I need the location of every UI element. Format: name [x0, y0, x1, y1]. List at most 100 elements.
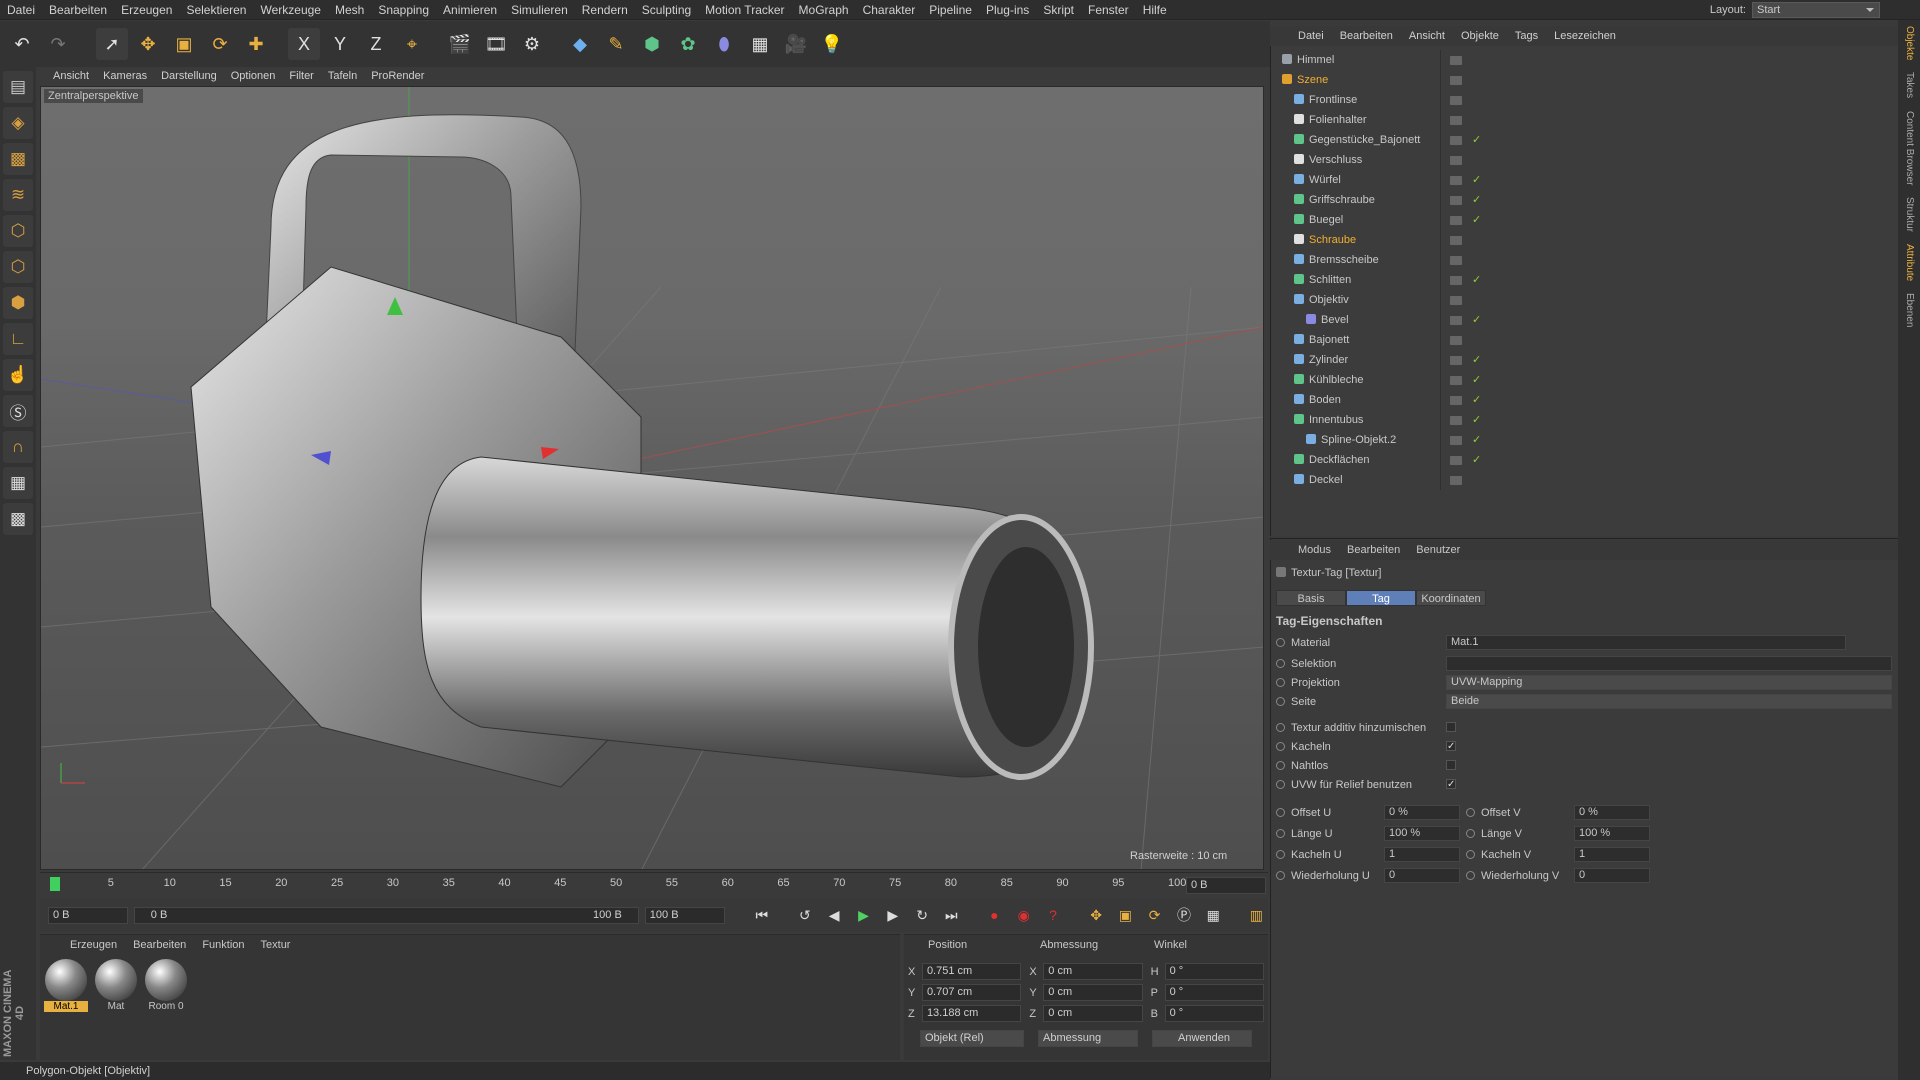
- viewport[interactable]: [40, 86, 1264, 870]
- coord-field[interactable]: 0 °: [1164, 963, 1264, 980]
- object-row[interactable]: Szene: [1272, 70, 1894, 90]
- viewport-menu-item[interactable]: ProRender: [364, 70, 431, 82]
- material-field[interactable]: Mat.1: [1446, 635, 1846, 650]
- attr-menu-item[interactable]: Bearbeiten: [1339, 544, 1408, 556]
- snap-icon[interactable]: Ⓢ: [3, 395, 33, 427]
- model-mode-icon[interactable]: ◈: [3, 107, 33, 139]
- enabled-check-icon[interactable]: ✓: [1472, 130, 1481, 150]
- attr-menu-item[interactable]: Benutzer: [1408, 544, 1468, 556]
- max-frame-field[interactable]: 100 B: [644, 906, 725, 924]
- prev-frame-icon[interactable]: ◀: [823, 903, 846, 927]
- menu-item[interactable]: Snapping: [371, 0, 436, 20]
- seite-dropdown[interactable]: Beide: [1446, 694, 1892, 709]
- undo-icon[interactable]: ↶: [6, 28, 38, 60]
- tweak-icon[interactable]: ☝: [3, 359, 33, 391]
- material-menu-item[interactable]: Textur: [253, 939, 299, 951]
- object-menu-item[interactable]: Ansicht: [1401, 30, 1453, 42]
- menu-item[interactable]: Erzeugen: [114, 0, 179, 20]
- object-row[interactable]: Spline-Objekt.2 ✓: [1272, 430, 1894, 450]
- grid-icon[interactable]: ▦: [3, 467, 33, 499]
- next-frame-icon[interactable]: ▶: [881, 903, 904, 927]
- visibility-dots-icon[interactable]: [1450, 196, 1462, 205]
- magnet-icon[interactable]: ∩: [3, 431, 33, 463]
- visibility-dots-icon[interactable]: [1450, 156, 1462, 165]
- enabled-check-icon[interactable]: ✓: [1472, 270, 1481, 290]
- enabled-check-icon[interactable]: ✓: [1472, 450, 1481, 470]
- object-menu-item[interactable]: Datei: [1290, 30, 1332, 42]
- material-swatch[interactable]: Mat.1: [44, 959, 88, 1012]
- tab-basis[interactable]: Basis: [1276, 590, 1346, 606]
- object-row[interactable]: Deckflächen ✓: [1272, 450, 1894, 470]
- object-row[interactable]: Bevel ✓: [1272, 310, 1894, 330]
- side-tab[interactable]: Takes: [1898, 66, 1915, 104]
- side-tab[interactable]: Attribute: [1898, 238, 1915, 287]
- side-tab[interactable]: Objekte: [1898, 20, 1915, 66]
- coord-mode-dropdown[interactable]: Objekt (Rel): [920, 1030, 1024, 1047]
- visibility-dots-icon[interactable]: [1450, 176, 1462, 185]
- lock-icon[interactable]: ▩: [3, 503, 33, 535]
- object-row[interactable]: Boden ✓: [1272, 390, 1894, 410]
- object-row[interactable]: Kühlbleche ✓: [1272, 370, 1894, 390]
- menu-item[interactable]: Datei: [0, 0, 42, 20]
- menu-item[interactable]: Motion Tracker: [698, 0, 791, 20]
- menu-item[interactable]: Plug-ins: [979, 0, 1036, 20]
- axis-mode-icon[interactable]: ∟: [3, 323, 33, 355]
- redo-icon[interactable]: ↷: [42, 28, 74, 60]
- uv-param-field[interactable]: 1: [1574, 847, 1650, 862]
- key-scale-icon[interactable]: ▣: [1114, 903, 1137, 927]
- selektion-field[interactable]: [1446, 656, 1892, 671]
- attr-menu-item[interactable]: Modus: [1290, 544, 1339, 556]
- uv-param-field[interactable]: 0: [1384, 868, 1460, 883]
- material-menu-item[interactable]: Erzeugen: [62, 939, 125, 951]
- enabled-check-icon[interactable]: ✓: [1472, 410, 1481, 430]
- visibility-dots-icon[interactable]: [1450, 316, 1462, 325]
- object-row[interactable]: Bremsscheibe: [1272, 250, 1894, 270]
- make-editable-icon[interactable]: ▤: [3, 71, 33, 103]
- polygons-mode-icon[interactable]: ⬢: [3, 287, 33, 319]
- key-position-icon[interactable]: ✥: [1084, 903, 1107, 927]
- menu-item[interactable]: Simulieren: [504, 0, 575, 20]
- key-rotation-icon[interactable]: ⟳: [1143, 903, 1166, 927]
- uv-param-field[interactable]: 100 %: [1384, 826, 1460, 841]
- visibility-dots-icon[interactable]: [1450, 476, 1462, 485]
- texture-mode-icon[interactable]: ▩: [3, 143, 33, 175]
- key-param-icon[interactable]: Ⓟ: [1172, 903, 1195, 927]
- uv-param-field[interactable]: 0 %: [1574, 805, 1650, 820]
- viewport-menu-item[interactable]: Ansicht: [46, 70, 96, 82]
- x-axis-icon[interactable]: X: [288, 28, 320, 60]
- visibility-dots-icon[interactable]: [1450, 336, 1462, 345]
- subdivision-icon[interactable]: ⬢: [636, 28, 668, 60]
- material-swatch[interactable]: Room 0: [144, 959, 188, 1012]
- visibility-dots-icon[interactable]: [1450, 276, 1462, 285]
- render-view-icon[interactable]: 🎬: [444, 28, 476, 60]
- additiv-checkbox[interactable]: [1446, 722, 1456, 732]
- object-row[interactable]: Schraube: [1272, 230, 1894, 250]
- visibility-dots-icon[interactable]: [1450, 236, 1462, 245]
- material-menu-item[interactable]: Bearbeiten: [125, 939, 194, 951]
- menu-item[interactable]: Hilfe: [1136, 0, 1174, 20]
- coord-field[interactable]: 0 cm: [1043, 1005, 1143, 1022]
- object-row[interactable]: Objektiv: [1272, 290, 1894, 310]
- key-pla-icon[interactable]: ▦: [1202, 903, 1225, 927]
- light-icon[interactable]: 💡: [816, 28, 848, 60]
- record-icon[interactable]: ●: [983, 903, 1006, 927]
- menu-item[interactable]: Pipeline: [922, 0, 979, 20]
- object-row[interactable]: Folienhalter: [1272, 110, 1894, 130]
- object-row[interactable]: Verschluss: [1272, 150, 1894, 170]
- visibility-dots-icon[interactable]: [1450, 396, 1462, 405]
- uvw-checkbox[interactable]: ✓: [1446, 779, 1456, 790]
- menu-item[interactable]: Selektieren: [179, 0, 253, 20]
- menu-item[interactable]: Fenster: [1081, 0, 1136, 20]
- enabled-check-icon[interactable]: ✓: [1472, 310, 1481, 330]
- range-slider[interactable]: 0 B 100 B: [133, 906, 639, 924]
- menu-item[interactable]: Bearbeiten: [42, 0, 114, 20]
- goto-end-icon[interactable]: ⏭: [940, 903, 963, 927]
- menu-item[interactable]: Animieren: [436, 0, 504, 20]
- coord-field[interactable]: 0 cm: [1043, 963, 1143, 980]
- tab-koordinaten[interactable]: Koordinaten: [1416, 590, 1486, 606]
- object-menu-item[interactable]: Bearbeiten: [1332, 30, 1401, 42]
- rotate-icon[interactable]: ⟳: [204, 28, 236, 60]
- current-frame-field[interactable]: 0 B: [48, 906, 128, 924]
- viewport-menu-item[interactable]: Filter: [282, 70, 320, 82]
- add-icon[interactable]: ✚: [240, 28, 272, 60]
